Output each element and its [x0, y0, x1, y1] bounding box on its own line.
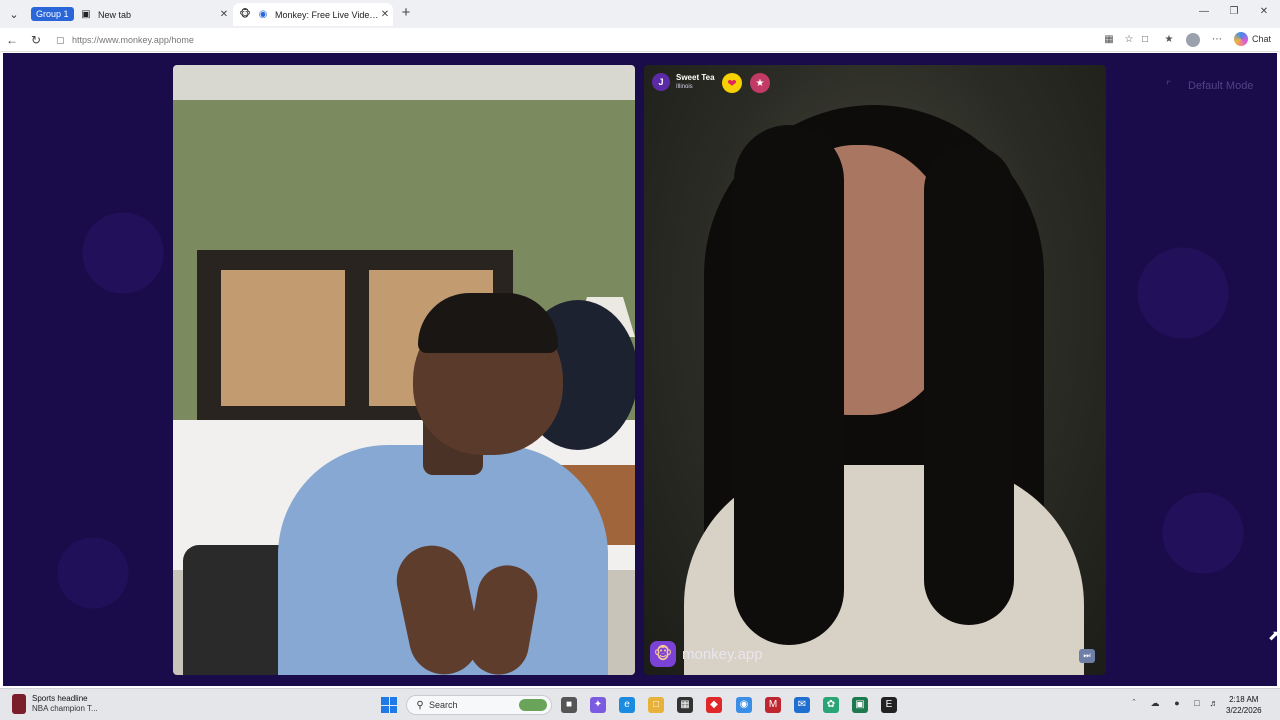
- tab-label: Monkey: Free Live Video Chat: [275, 9, 379, 20]
- brand-label: monkey.app: [682, 645, 763, 663]
- minimize-icon[interactable]: —: [1196, 6, 1212, 17]
- copilot-chat-button[interactable]: Chat: [1234, 32, 1271, 46]
- edge-browser-icon[interactable]: e: [619, 697, 635, 713]
- new-tab-page-icon: ▣: [81, 9, 91, 20]
- favorite-star-icon[interactable]: ☆: [1122, 33, 1136, 47]
- app-icon[interactable]: ▣: [852, 697, 868, 713]
- mode-label: Default Mode: [1188, 80, 1254, 92]
- peer-person-hair-strand: [924, 145, 1014, 625]
- self-person-hair: [418, 293, 558, 353]
- close-window-icon[interactable]: ✕: [1256, 6, 1272, 17]
- restore-icon[interactable]: ❐: [1226, 6, 1242, 17]
- url-field[interactable]: ▢ https://www.monkey.app/home: [52, 31, 1102, 49]
- browser-tab-bar: ⌄ Group 1 ▣ New tab ✕ 🐵 ◉ Monkey: Free L…: [0, 0, 1280, 28]
- windows-taskbar: Sports headline NBA champion T... ⚲ Sear…: [0, 688, 1280, 720]
- tab-label: New tab: [98, 9, 132, 20]
- monkey-logo-icon: 🐵: [650, 641, 676, 667]
- heart-button[interactable]: ❤: [722, 73, 742, 93]
- news-text: Sports headline NBA champion T...: [32, 694, 98, 714]
- tab-new-tab[interactable]: ▣ New tab ✕: [74, 3, 230, 26]
- network-icon[interactable]: □: [1190, 698, 1204, 708]
- peer-person-hair-strand: [734, 125, 844, 645]
- expand-mode-icon: ⌜: [1166, 80, 1172, 92]
- peer-video-feed: J Sweet Tea Illinois ❤ ★ 🐵 monkey.app ⏭: [644, 65, 1106, 675]
- copilot-icon: [1234, 32, 1248, 46]
- url-text: https://www.monkey.app/home: [72, 35, 194, 45]
- monkey-brand-watermark: 🐵 monkey.app: [650, 641, 763, 667]
- peer-text: Sweet Tea Illinois: [676, 73, 715, 91]
- back-arrow-icon[interactable]: ←: [4, 32, 20, 48]
- task-view-icon[interactable]: ■: [561, 697, 577, 713]
- copilot-app-icon[interactable]: ✦: [590, 697, 606, 713]
- peer-location: Illinois: [676, 84, 693, 90]
- monkey-favicon-icon: 🐵: [239, 9, 251, 20]
- site-info-icon[interactable]: ▢: [56, 35, 70, 46]
- recording-dot-icon: ◉: [258, 9, 268, 20]
- app-available-icon[interactable]: ▦: [1102, 33, 1116, 47]
- peer-name: Sweet Tea: [676, 73, 715, 82]
- gift-icon: ★: [755, 77, 765, 89]
- chrome-app-icon[interactable]: ◉: [736, 697, 752, 713]
- peer-profile[interactable]: J Sweet Tea Illinois: [652, 73, 715, 91]
- new-tab-plus-icon[interactable]: +: [398, 5, 414, 21]
- camera-in-use-icon[interactable]: □: [1138, 33, 1152, 47]
- refresh-icon[interactable]: ↻: [28, 32, 44, 48]
- mode-toggle[interactable]: ⌜ Default Mode: [1166, 79, 1253, 93]
- peer-avatar: J: [652, 73, 670, 91]
- news-subtitle: NBA champion T...: [32, 704, 98, 713]
- favorites-icon[interactable]: ★: [1162, 33, 1176, 47]
- clock-time: 2:18 AM: [1229, 695, 1259, 704]
- mcafee-icon[interactable]: M: [765, 697, 781, 713]
- tab-actions-chevron-icon[interactable]: ⌄: [6, 6, 22, 22]
- onedrive-icon[interactable]: ☁: [1148, 698, 1162, 709]
- epic-games-icon[interactable]: E: [881, 697, 897, 713]
- file-explorer-icon[interactable]: □: [648, 697, 664, 713]
- self-video-feed: [173, 65, 635, 675]
- app-icon[interactable]: ✿: [823, 697, 839, 713]
- search-icon: ⚲: [416, 699, 424, 711]
- search-placeholder: Search: [429, 700, 458, 710]
- close-tab-icon[interactable]: ✕: [218, 9, 230, 20]
- copilot-label: Chat: [1252, 34, 1272, 44]
- show-hidden-icons-chevron-icon[interactable]: ˆ: [1127, 698, 1141, 708]
- close-tab-icon[interactable]: ✕: [379, 9, 391, 20]
- profile-avatar[interactable]: [1186, 33, 1200, 47]
- search-highlight-icon: [519, 699, 547, 711]
- monkey-video-chat-page: J Sweet Tea Illinois ❤ ★ 🐵 monkey.app ⏭ …: [3, 53, 1280, 686]
- more-menu-icon[interactable]: ⋯: [1210, 33, 1224, 47]
- address-bar-row: ← ↻ ▢ https://www.monkey.app/home ▦ ☆ □ …: [0, 28, 1280, 52]
- mail-icon[interactable]: ✉: [794, 697, 810, 713]
- fast-forward-icon: ⏭: [1083, 651, 1091, 660]
- volume-icon[interactable]: ♬: [1207, 698, 1221, 708]
- tab-group-chip[interactable]: Group 1: [31, 7, 74, 21]
- gift-button[interactable]: ★: [750, 73, 770, 93]
- windows-start-icon[interactable]: [381, 697, 397, 713]
- news-widget[interactable]: Sports headline NBA champion T...: [12, 694, 98, 714]
- news-thumbnail-icon: [12, 694, 26, 714]
- red-app-icon[interactable]: ◆: [706, 697, 722, 713]
- mouse-cursor-icon: ⬈: [1268, 627, 1280, 643]
- news-title: Sports headline: [32, 694, 88, 703]
- headboard-panel: [221, 270, 345, 406]
- microphone-icon[interactable]: ●: [1170, 698, 1184, 708]
- taskbar-search-box[interactable]: ⚲ Search: [406, 695, 552, 715]
- heart-icon: ❤: [727, 77, 737, 90]
- clock-date: 3/22/2026: [1226, 706, 1262, 715]
- microsoft-store-icon[interactable]: ▦: [677, 697, 693, 713]
- skip-next-button[interactable]: ⏭: [1079, 649, 1095, 663]
- tab-monkey[interactable]: 🐵 ◉ Monkey: Free Live Video Chat ✕: [233, 3, 393, 26]
- system-clock[interactable]: 2:18 AM 3/22/2026: [1226, 694, 1262, 716]
